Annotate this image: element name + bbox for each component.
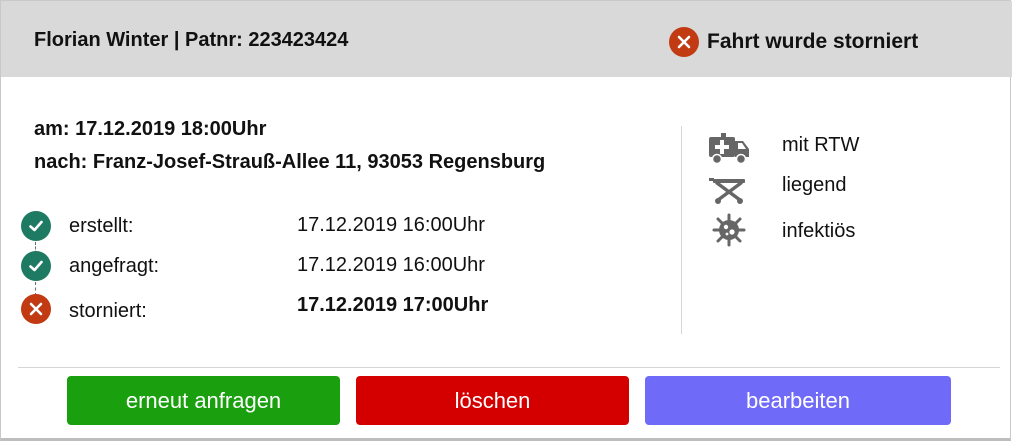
trip-destination: nach: Franz-Josef-Strauß-Allee 11, 93053…: [34, 151, 546, 173]
check-circle-icon: [21, 251, 51, 281]
timeline-timestamp: 17.12.2019 16:00Uhr: [297, 254, 485, 276]
delete-button[interactable]: löschen: [356, 376, 629, 425]
card-header: Florian Winter | Patnr: 223423424 Fahrt …: [1, 1, 1012, 77]
transport-card: Florian Winter | Patnr: 223423424 Fahrt …: [0, 0, 1012, 441]
patient-info: Florian Winter | Patnr: 223423424: [34, 29, 349, 51]
timeline-timestamp: 17.12.2019 17:00Uhr: [297, 294, 489, 316]
check-circle-icon: [21, 211, 51, 241]
ambulance-icon: [707, 131, 751, 165]
reorder-button[interactable]: erneut anfragen: [67, 376, 340, 425]
feature-label: infektiös: [782, 220, 856, 242]
trip-date: am: 17.12.2019 18:00Uhr: [34, 118, 267, 140]
timeline-label: storniert:: [69, 300, 147, 322]
status-indicator: Fahrt wurde storniert: [669, 27, 918, 57]
x-circle-icon: [669, 27, 699, 57]
x-circle-icon: [21, 294, 51, 324]
timeline-label: erstellt:: [69, 215, 134, 237]
timeline-timestamp: 17.12.2019 16:00Uhr: [297, 214, 485, 236]
stretcher-icon: [707, 173, 751, 207]
feature-label: liegend: [782, 174, 847, 196]
virus-icon: [707, 213, 751, 247]
actions-separator: [18, 367, 1000, 368]
timeline-label: angefragt:: [69, 255, 160, 277]
edit-button[interactable]: bearbeiten: [645, 376, 951, 425]
status-label: Fahrt wurde storniert: [707, 30, 919, 53]
column-divider: [681, 126, 682, 334]
feature-label: mit RTW: [782, 134, 860, 156]
